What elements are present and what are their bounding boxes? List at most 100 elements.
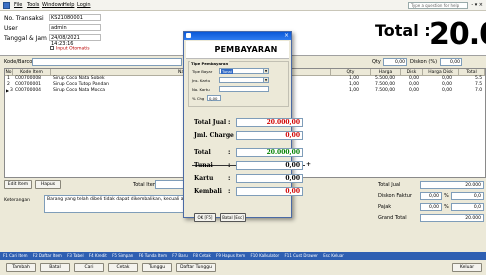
fkey-hint: Esc Keluar bbox=[323, 253, 344, 258]
pay-total-jual-field: 20.000,00 bbox=[236, 118, 303, 127]
col-header-kode[interactable]: Kode Item bbox=[13, 69, 51, 76]
tunggu-button[interactable]: Tunggu bbox=[142, 263, 172, 272]
fkey-hint: F1 Cari Item bbox=[3, 253, 28, 258]
pay-tunai-label: Tunai bbox=[194, 162, 213, 169]
total-item-label: Total Item bbox=[133, 182, 158, 188]
pajak-label: Pajak bbox=[378, 204, 392, 210]
chevron-down-icon[interactable]: ▼ bbox=[263, 78, 268, 82]
diskon-faktur-pct-input[interactable]: 0,00 bbox=[420, 192, 442, 200]
tipe-bayar-select[interactable]: Tunai ▼ bbox=[219, 68, 269, 74]
total-jual-label: Total Jual bbox=[378, 182, 401, 188]
fkey-hint: F5 Simpan bbox=[112, 253, 134, 258]
no-kartu-input[interactable] bbox=[219, 86, 269, 92]
pay-kartu-input[interactable]: 0,00 bbox=[236, 174, 303, 183]
pct-chg-label: % Chg bbox=[192, 96, 205, 101]
jenis-kartu-select[interactable]: ▼ bbox=[219, 77, 269, 83]
row-pointer-icon: ▶ bbox=[6, 88, 10, 93]
keluar-button[interactable]: Keluar bbox=[452, 263, 482, 272]
daftar-tunggu-button[interactable]: Daftar Tunggu bbox=[176, 263, 216, 272]
user-field[interactable]: admin bbox=[49, 24, 101, 31]
cell-nama: Sirup Coco Nata Mocca bbox=[53, 88, 106, 93]
fkey-hint: F7 Baru bbox=[172, 253, 188, 258]
total-label: Total : bbox=[375, 21, 431, 40]
edit-item-button[interactable]: Edit Item bbox=[4, 180, 32, 189]
tipe-pembayaran-label: Tipe Pembayaran bbox=[190, 61, 230, 66]
no-transaksi-field[interactable]: KS21080001 bbox=[49, 14, 101, 21]
colon: : bbox=[228, 149, 231, 156]
grand-total-label: Grand Total bbox=[378, 215, 407, 221]
diskon-label: Diskon (%) bbox=[410, 59, 438, 65]
fkey-hint: F4 Kredit bbox=[88, 253, 107, 258]
tanggal-label: Tanggal & Jam bbox=[4, 35, 47, 42]
hapus-button[interactable]: Hapus bbox=[35, 180, 61, 189]
pajak-pct-input[interactable]: 0,00 bbox=[420, 203, 442, 211]
tipe-bayar-value: Tunai bbox=[221, 69, 233, 74]
app-icon bbox=[3, 2, 10, 9]
qty-input[interactable]: 0,00 bbox=[383, 58, 407, 66]
pay-jml-charge-field: 0,00 bbox=[236, 131, 303, 140]
colon: : bbox=[228, 119, 231, 126]
batal-button[interactable]: Batal bbox=[40, 263, 70, 272]
col-header-no[interactable]: No bbox=[5, 69, 13, 76]
menubar: File Tools Windows Help Login Type a que… bbox=[0, 0, 486, 11]
pay-total-field: 20.000,00 bbox=[236, 148, 303, 157]
pay-tunai-input[interactable]: 0,00 bbox=[236, 161, 303, 170]
total-display: 20.000,00 bbox=[429, 17, 486, 52]
col-header-harga[interactable]: Harga bbox=[371, 69, 401, 76]
col-header-qty[interactable]: Qty bbox=[331, 69, 371, 76]
menu-help[interactable]: Help bbox=[63, 2, 74, 8]
cari-button[interactable]: Cari bbox=[74, 263, 104, 272]
plus-sign: + bbox=[305, 161, 311, 168]
diskon-faktur-label: Diskon Faktur bbox=[378, 193, 412, 199]
barcode-input[interactable] bbox=[32, 58, 182, 66]
user-label: User bbox=[4, 25, 18, 32]
help-search-input[interactable]: Type a question for help bbox=[408, 2, 468, 9]
grand-total-field: 20.000 bbox=[420, 214, 484, 222]
cell-no: 3 bbox=[10, 88, 13, 93]
fkey-hint: F11 Cust Drawer bbox=[284, 253, 318, 258]
pct-chg-input[interactable]: 0,00 bbox=[207, 95, 221, 101]
colon: : bbox=[228, 175, 231, 182]
input-otomatis-checkbox[interactable]: Input Otomatis bbox=[50, 46, 90, 52]
col-header-disk[interactable]: Disk bbox=[401, 69, 423, 76]
cell-harga-disk: 0,00 bbox=[442, 88, 453, 93]
diskon-faktur-unit: % bbox=[444, 193, 449, 199]
col-header-total[interactable]: Total bbox=[459, 69, 485, 76]
diskon-faktur-value-field: 0,0 bbox=[451, 192, 484, 200]
tipe-bayar-label: Tipe Bayar bbox=[192, 69, 213, 74]
cell-harga: 7.500,00 bbox=[375, 88, 396, 93]
dialog-header: PEMBAYARAN bbox=[186, 41, 289, 59]
pajak-unit: % bbox=[444, 204, 449, 210]
pay-total-label: Total bbox=[194, 149, 211, 156]
tanggal-field[interactable]: 24/08/2021 14:23:16 bbox=[49, 34, 101, 47]
cell-disk: 0,00 bbox=[409, 88, 420, 93]
jenis-kartu-label: Jns. Kartu bbox=[192, 78, 211, 83]
dialog-titlebar[interactable]: × bbox=[184, 32, 291, 40]
menu-tools[interactable]: Tools bbox=[27, 2, 39, 8]
diskon-input[interactable]: 0,00 bbox=[440, 58, 462, 66]
dialog-close-icon[interactable]: × bbox=[284, 32, 289, 39]
payment-dialog: × PEMBAYARAN Tipe Pembayaran Tipe Bayar … bbox=[183, 31, 311, 222]
cetak-button[interactable]: Cetak bbox=[108, 263, 138, 272]
dialog-batal-button[interactable]: Batal [Esc] bbox=[220, 213, 246, 222]
fkey-hint: F8 Cetak bbox=[193, 253, 211, 258]
colon: : bbox=[228, 132, 231, 139]
fkey-hint: F3 Tabel bbox=[67, 253, 84, 258]
window-controls[interactable]: - ▾ × bbox=[471, 2, 483, 8]
input-otomatis-label: Input Otomatis bbox=[56, 46, 90, 52]
qty-label: Qty bbox=[372, 59, 381, 65]
menu-windows[interactable]: Windows bbox=[42, 2, 64, 8]
ok-button[interactable]: OK [F5] bbox=[194, 213, 216, 222]
keterangan-label: Keterangan bbox=[4, 198, 30, 203]
colon: : bbox=[228, 188, 231, 195]
dialog-app-icon bbox=[186, 33, 191, 38]
dialog-title: PEMBAYARAN bbox=[214, 45, 278, 54]
pay-total-jual-label: Total Jual bbox=[194, 119, 227, 126]
col-header-harga-disk[interactable]: Harga Disk bbox=[423, 69, 459, 76]
menu-login[interactable]: Login bbox=[77, 2, 91, 8]
chevron-down-icon[interactable]: ▼ bbox=[263, 69, 268, 73]
fkey-hint: F2 Daftar Item bbox=[32, 253, 62, 258]
pay-kembali-label: Kembali bbox=[194, 188, 222, 195]
tambah-button[interactable]: Tambah bbox=[6, 263, 36, 272]
menu-file[interactable]: File bbox=[14, 2, 22, 8]
